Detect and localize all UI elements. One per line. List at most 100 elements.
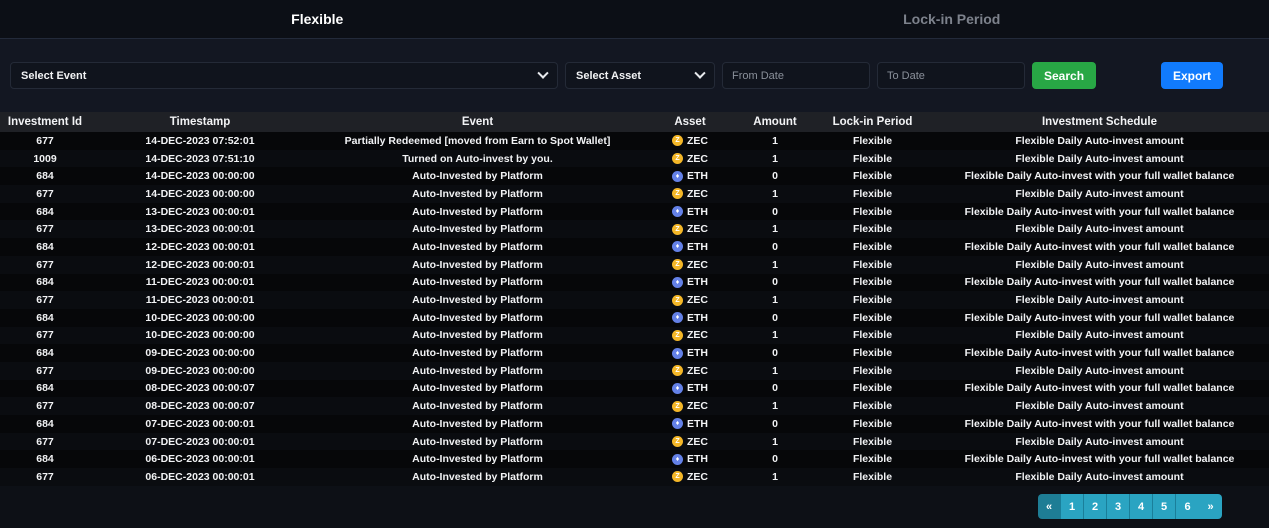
cell-timestamp: 10-DEC-2023 00:00:00 xyxy=(90,312,310,324)
asset-symbol: ETH xyxy=(687,418,708,430)
cell-asset: ♦ ETH xyxy=(645,206,735,218)
table-header-row: Investment Id Timestamp Event Asset Amou… xyxy=(0,112,1269,132)
cell-lock-in-period: Flexible xyxy=(815,471,930,483)
pagination-page-button[interactable]: 2 xyxy=(1084,494,1107,519)
cell-investment-schedule: Flexible Daily Auto-invest with your ful… xyxy=(930,312,1269,324)
cell-investment-id: 684 xyxy=(0,276,90,288)
cell-asset: ♦ ETH xyxy=(645,312,735,324)
cell-investment-id: 684 xyxy=(0,453,90,465)
cell-timestamp: 14-DEC-2023 00:00:00 xyxy=(90,188,310,200)
pagination-page-button[interactable]: 3 xyxy=(1107,494,1130,519)
cell-amount: 0 xyxy=(735,206,815,218)
col-investment-schedule: Investment Schedule xyxy=(930,116,1269,128)
pagination-page-button[interactable]: 6 xyxy=(1176,494,1199,519)
cell-event: Auto-Invested by Platform xyxy=(310,400,645,412)
cell-timestamp: 14-DEC-2023 07:51:10 xyxy=(90,153,310,165)
cell-asset: ♦ ETH xyxy=(645,347,735,359)
asset-symbol: ZEC xyxy=(687,400,708,412)
cell-investment-schedule: Flexible Daily Auto-invest amount xyxy=(930,294,1269,306)
asset-symbol: ETH xyxy=(687,453,708,465)
export-button[interactable]: Export xyxy=(1161,62,1223,89)
cell-asset: Z ZEC xyxy=(645,471,735,483)
cell-amount: 1 xyxy=(735,436,815,448)
pagination-page-button[interactable]: 5 xyxy=(1153,494,1176,519)
cell-amount: 0 xyxy=(735,453,815,465)
cell-event: Auto-Invested by Platform xyxy=(310,453,645,465)
chevron-down-icon xyxy=(694,67,705,78)
cell-investment-id: 1009 xyxy=(0,153,90,165)
cell-amount: 1 xyxy=(735,365,815,377)
cell-investment-id: 677 xyxy=(0,294,90,306)
event-select[interactable]: Select Event xyxy=(10,62,558,89)
cell-investment-id: 684 xyxy=(0,382,90,394)
asset-select[interactable]: Select Asset xyxy=(565,62,715,89)
cell-investment-id: 684 xyxy=(0,241,90,253)
cell-timestamp: 09-DEC-2023 00:00:00 xyxy=(90,347,310,359)
cell-investment-id: 677 xyxy=(0,471,90,483)
asset-symbol: ZEC xyxy=(687,259,708,271)
to-date-input[interactable] xyxy=(877,62,1025,89)
cell-asset: Z ZEC xyxy=(645,329,735,341)
cell-asset: Z ZEC xyxy=(645,400,735,412)
cell-amount: 0 xyxy=(735,276,815,288)
pagination-page-button[interactable]: 1 xyxy=(1061,494,1084,519)
tab-lock-in-period[interactable]: Lock-in Period xyxy=(635,0,1269,38)
tab-flexible[interactable]: Flexible xyxy=(0,0,635,38)
cell-amount: 1 xyxy=(735,153,815,165)
asset-coin-icon: ♦ xyxy=(672,277,683,288)
cell-investment-id: 677 xyxy=(0,365,90,377)
cell-timestamp: 06-DEC-2023 00:00:01 xyxy=(90,453,310,465)
asset-symbol: ETH xyxy=(687,206,708,218)
cell-lock-in-period: Flexible xyxy=(815,400,930,412)
cell-lock-in-period: Flexible xyxy=(815,294,930,306)
table-row: 677 11-DEC-2023 00:00:01 Auto-Invested b… xyxy=(0,291,1269,309)
cell-investment-schedule: Flexible Daily Auto-invest with your ful… xyxy=(930,418,1269,430)
cell-asset: ♦ ETH xyxy=(645,276,735,288)
cell-asset: ♦ ETH xyxy=(645,241,735,253)
cell-event: Auto-Invested by Platform xyxy=(310,259,645,271)
asset-coin-icon: ♦ xyxy=(672,454,683,465)
pagination-prev-button[interactable]: « xyxy=(1038,494,1061,519)
cell-investment-schedule: Flexible Daily Auto-invest amount xyxy=(930,153,1269,165)
asset-symbol: ZEC xyxy=(687,135,708,147)
cell-investment-id: 677 xyxy=(0,135,90,147)
table-body: 677 14-DEC-2023 07:52:01 Partially Redee… xyxy=(0,132,1269,486)
cell-event: Turned on Auto-invest by you. xyxy=(310,153,645,165)
cell-lock-in-period: Flexible xyxy=(815,135,930,147)
asset-symbol: ETH xyxy=(687,312,708,324)
cell-investment-schedule: Flexible Daily Auto-invest with your ful… xyxy=(930,170,1269,182)
table-row: 677 09-DEC-2023 00:00:00 Auto-Invested b… xyxy=(0,362,1269,380)
asset-symbol: ETH xyxy=(687,382,708,394)
asset-coin-icon: ♦ xyxy=(672,383,683,394)
pagination-page-button[interactable]: 4 xyxy=(1130,494,1153,519)
cell-timestamp: 12-DEC-2023 00:00:01 xyxy=(90,241,310,253)
table-row: 684 12-DEC-2023 00:00:01 Auto-Invested b… xyxy=(0,238,1269,256)
cell-lock-in-period: Flexible xyxy=(815,188,930,200)
cell-amount: 1 xyxy=(735,223,815,235)
asset-coin-icon: ♦ xyxy=(672,312,683,323)
cell-event: Auto-Invested by Platform xyxy=(310,418,645,430)
cell-event: Auto-Invested by Platform xyxy=(310,223,645,235)
cell-investment-schedule: Flexible Daily Auto-invest amount xyxy=(930,471,1269,483)
pagination-next-button[interactable]: » xyxy=(1199,494,1222,519)
cell-asset: Z ZEC xyxy=(645,294,735,306)
cell-timestamp: 13-DEC-2023 00:00:01 xyxy=(90,223,310,235)
asset-coin-icon: ♦ xyxy=(672,418,683,429)
cell-asset: Z ZEC xyxy=(645,135,735,147)
table-row: 684 14-DEC-2023 00:00:00 Auto-Invested b… xyxy=(0,167,1269,185)
asset-symbol: ZEC xyxy=(687,365,708,377)
from-date-input[interactable] xyxy=(722,62,870,89)
search-button[interactable]: Search xyxy=(1032,62,1096,89)
cell-event: Auto-Invested by Platform xyxy=(310,276,645,288)
cell-lock-in-period: Flexible xyxy=(815,206,930,218)
cell-investment-schedule: Flexible Daily Auto-invest amount xyxy=(930,135,1269,147)
cell-lock-in-period: Flexible xyxy=(815,382,930,394)
cell-asset: ♦ ETH xyxy=(645,170,735,182)
table-row: 677 06-DEC-2023 00:00:01 Auto-Invested b… xyxy=(0,468,1269,486)
cell-timestamp: 09-DEC-2023 00:00:00 xyxy=(90,365,310,377)
cell-investment-schedule: Flexible Daily Auto-invest with your ful… xyxy=(930,241,1269,253)
asset-coin-icon: Z xyxy=(672,330,683,341)
cell-investment-id: 684 xyxy=(0,170,90,182)
cell-lock-in-period: Flexible xyxy=(815,241,930,253)
cell-investment-id: 677 xyxy=(0,259,90,271)
